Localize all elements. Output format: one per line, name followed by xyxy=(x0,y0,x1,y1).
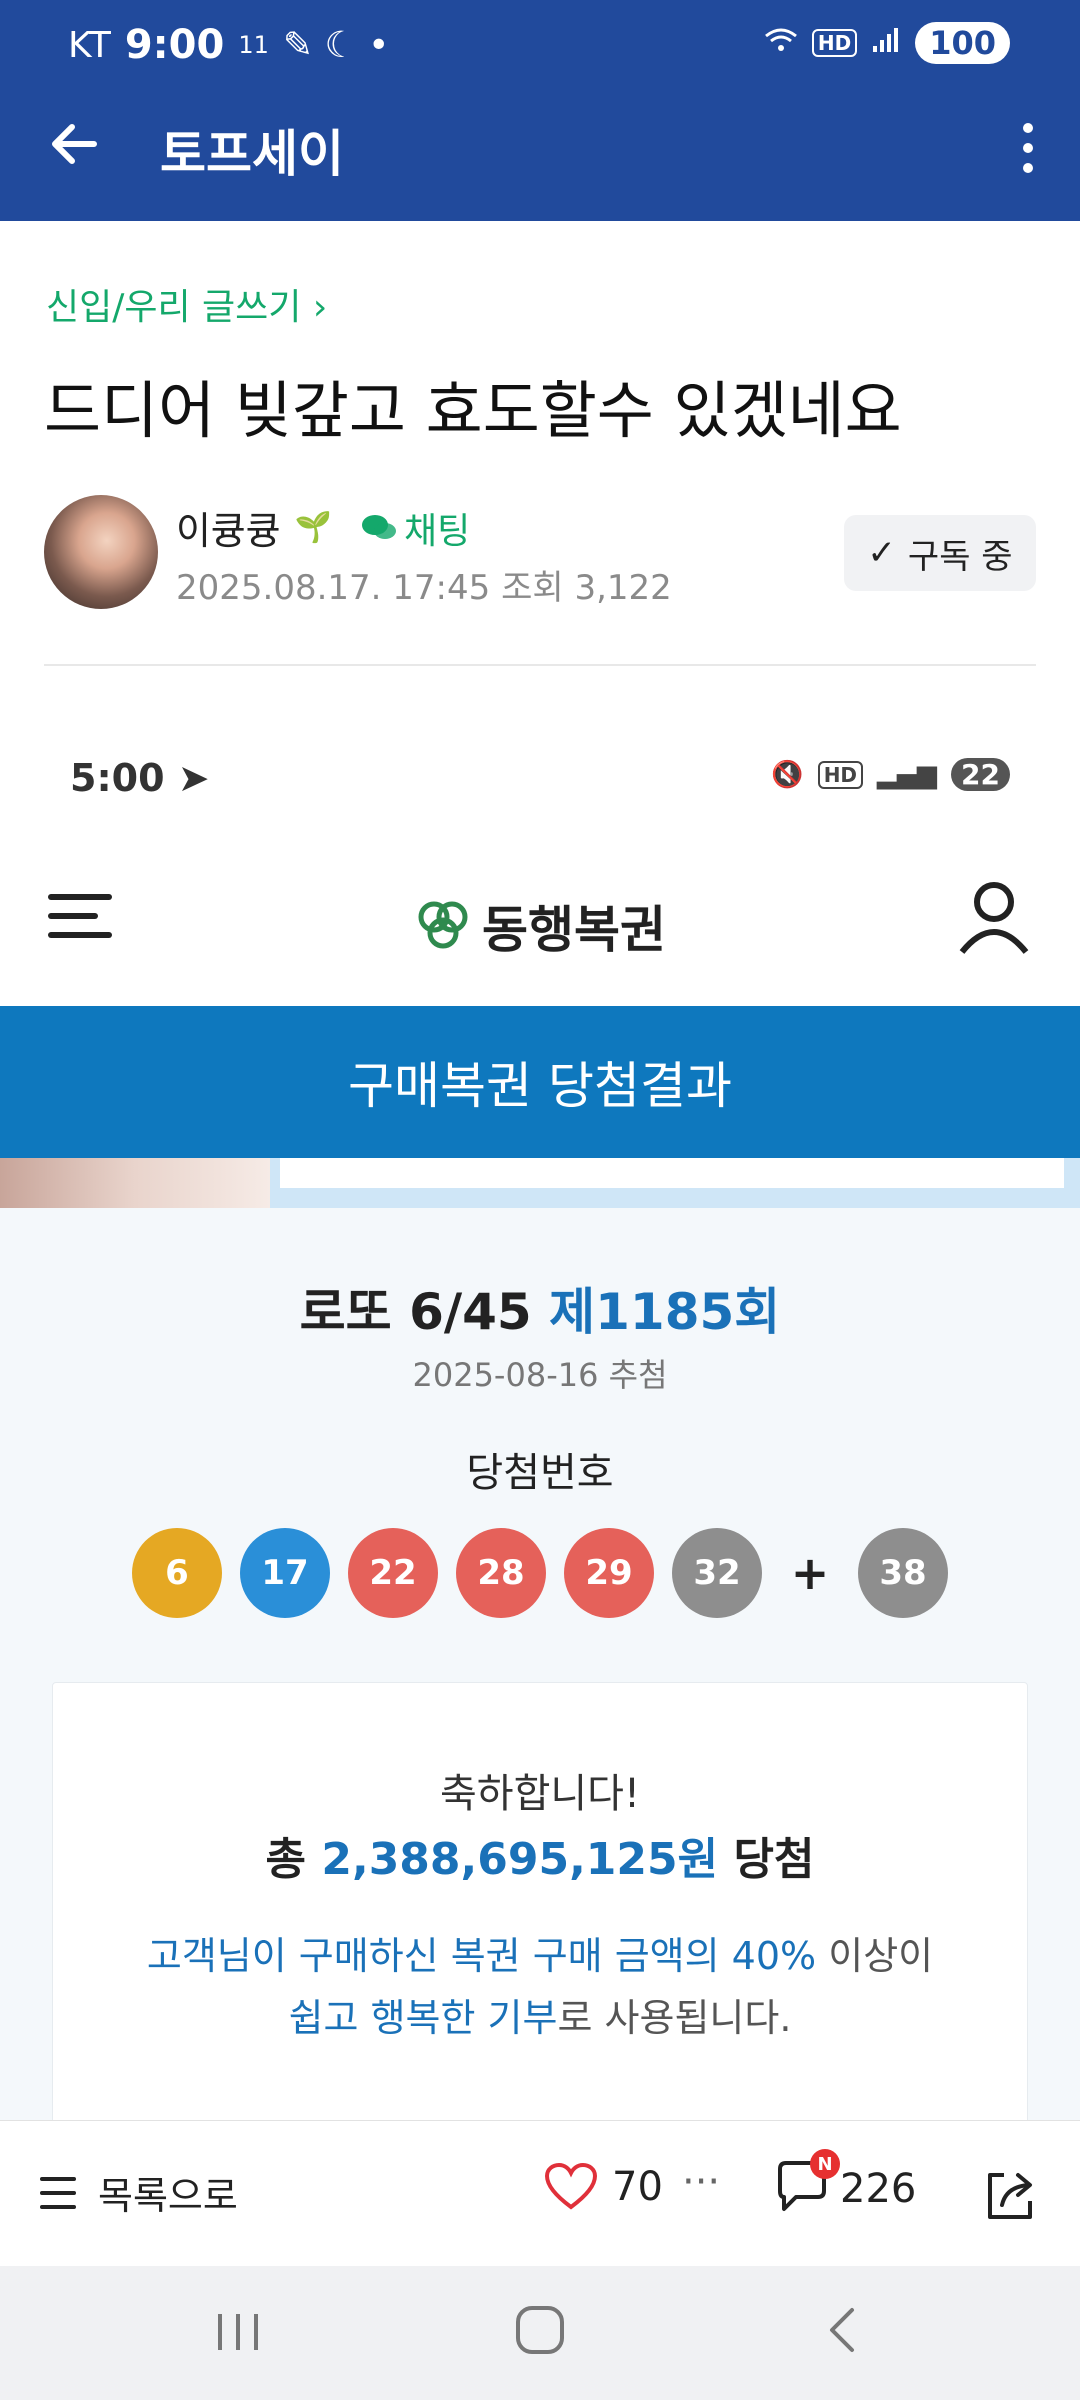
sprout-icon: 🌱 xyxy=(294,510,333,545)
like-count: 70 xyxy=(612,2164,663,2210)
chat-bubble-icon xyxy=(362,515,396,539)
back-to-list-button[interactable]: 목록으로 xyxy=(40,2165,238,2220)
lotto-ball: 32 xyxy=(672,1528,762,1618)
lotto-ball: 22 xyxy=(348,1528,438,1618)
image-signal-icon: ▂▄▆ xyxy=(877,759,938,790)
winning-numbers-label: 당첨번호 xyxy=(466,1450,614,1496)
winning-numbers: 6 17 22 28 29 32 + 38 xyxy=(0,1528,1080,1618)
post-action-bar: 목록으로 70 ··· N 226 xyxy=(0,2120,1080,2266)
telegram-icon: ➤ xyxy=(177,756,210,800)
chat-button[interactable]: 채팅 xyxy=(360,502,470,554)
battery-indicator: 100 xyxy=(915,22,1010,64)
chat-label: 채팅 xyxy=(404,511,471,552)
wifi-icon xyxy=(764,26,798,61)
lotto-ball: 17 xyxy=(240,1528,330,1618)
app-bar: 토프세이 xyxy=(0,100,1080,200)
bonus-ball: 38 xyxy=(858,1528,948,1618)
post-category-link[interactable]: 신입/우리 글쓰기 › xyxy=(46,278,327,330)
system-nav-bar xyxy=(0,2266,1080,2400)
author-name[interactable]: 이큥큥 xyxy=(176,500,281,555)
lotto-ball: 29 xyxy=(564,1528,654,1618)
draw-round: 제1185회 xyxy=(549,1283,781,1341)
mute-icon: 🔇 xyxy=(771,759,804,790)
post-meta: 2025.08.17. 17:45 조회 3,122 xyxy=(176,560,672,609)
subscribe-label: 구독 중 xyxy=(907,536,1013,577)
notification-icon: ✎ ☾ • xyxy=(282,24,390,66)
new-badge: N xyxy=(810,2149,840,2179)
post-image[interactable]: 5:00 ➤ 🔇 HD ▂▄▆ 22 동행복권 구매복권 당첨결과 로또 6/4… xyxy=(0,720,1080,2120)
app-title: 토프세이 xyxy=(160,125,344,183)
carrier-label: KT xyxy=(68,24,111,66)
prize-card: 축하합니다! 총 2,388,695,125원 당첨 고객님이 구매하신 복권 … xyxy=(52,1682,1028,2120)
app-header: KT 9:00 11 ✎ ☾ • HD 100 토프세이 xyxy=(0,0,1080,221)
post-title: 드디어 빚갚고 효도할수 있겠네요 xyxy=(44,374,902,447)
comment-count: 226 xyxy=(840,2166,917,2212)
back-nav-icon[interactable] xyxy=(802,2300,882,2360)
like-button[interactable]: 70 xyxy=(544,2163,663,2211)
divider xyxy=(44,664,1036,666)
recent-apps-icon[interactable] xyxy=(198,2300,278,2360)
donation-note: 고객님이 구매하신 복권 구매 금액의 40% 이상이 쉽고 행복한 기부로 사… xyxy=(146,1934,934,2040)
status-bar: KT 9:00 11 ✎ ☾ • HD 100 xyxy=(0,0,1080,90)
image-status-time: 5:00 ➤ xyxy=(70,756,210,800)
lotto-ball: 28 xyxy=(456,1528,546,1618)
draw-date: 2025-08-16 추첨 xyxy=(412,1356,668,1394)
post-views: 조회 3,122 xyxy=(501,568,672,608)
signal-icon xyxy=(871,26,901,61)
lottery-logo: 동행복권 xyxy=(0,890,1080,962)
image-status-bar: 5:00 ➤ 🔇 HD ▂▄▆ 22 xyxy=(0,720,1080,840)
home-icon[interactable] xyxy=(500,2300,580,2360)
author-row: 이큥큥 🌱 xyxy=(176,500,332,555)
more-vertical-icon[interactable] xyxy=(1016,118,1040,178)
image-hd-indicator: HD xyxy=(817,760,864,789)
check-icon: ✓ xyxy=(867,533,896,573)
plus-sign: + xyxy=(790,1546,830,1600)
status-time: 9:00 xyxy=(124,22,225,68)
lotto-ball: 6 xyxy=(132,1528,222,1618)
total-prize: 총 2,388,695,125원 당첨 xyxy=(265,1834,815,1885)
image-battery: 22 xyxy=(951,758,1010,791)
ad-banner xyxy=(0,1158,1080,1208)
clover-logo-icon xyxy=(418,901,468,949)
list-icon xyxy=(40,2176,76,2209)
status-notification-count: 11 xyxy=(238,31,269,59)
share-icon[interactable] xyxy=(980,2165,1040,2225)
hd-indicator: HD xyxy=(811,29,858,57)
heart-icon xyxy=(544,2163,598,2210)
results-header: 구매복권 당첨결과 xyxy=(0,1006,1080,1158)
user-icon xyxy=(959,882,1029,954)
comment-button[interactable]: N 226 xyxy=(774,2149,917,2219)
arrow-left-icon[interactable] xyxy=(44,114,104,174)
draw-title: 로또 6/45 제1185회 xyxy=(299,1283,781,1341)
congrats-text: 축하합니다! xyxy=(439,1771,641,1817)
avatar[interactable] xyxy=(44,495,158,609)
subscribe-button[interactable]: ✓ 구독 중 xyxy=(844,515,1036,591)
post-date: 2025.08.17. 17:45 xyxy=(176,568,491,608)
more-dots[interactable]: ··· xyxy=(682,2159,720,2205)
prize-amount: 2,388,695,125원 xyxy=(321,1834,719,1885)
list-label: 목록으로 xyxy=(98,2174,238,2218)
lottery-nav: 동행복권 xyxy=(0,840,1080,1006)
